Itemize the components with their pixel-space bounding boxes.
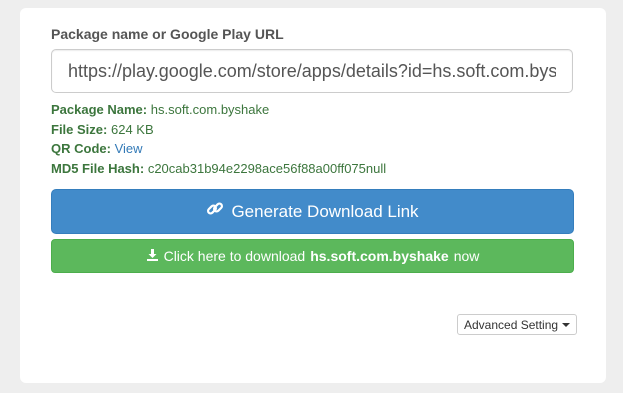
url-field-label: Package name or Google Play URL [51,26,284,42]
qr-code-view-link[interactable]: View [115,141,143,156]
file-size-value: 624 KB [110,121,154,137]
package-name-row: Package Name: hs.soft.com.byshake [51,100,386,120]
download-suffix: now [453,248,480,264]
package-url-input[interactable] [51,49,573,93]
download-panel: Package name or Google Play URL Package … [20,8,606,383]
link-icon [206,200,224,223]
qr-code-key: QR Code: [51,141,111,156]
download-icon [146,248,159,264]
package-name-key: Package Name: [51,102,148,117]
md5-key: MD5 File Hash: [51,160,145,176]
advanced-setting-dropdown[interactable]: Advanced Setting [457,314,578,335]
download-prefix: Click here to download [163,248,306,264]
md5-row: MD5 File Hash: c20cab31b94e2298ace56f88a… [51,159,386,179]
package-name-value: hs.soft.com.byshake [150,102,270,117]
qr-code-row: QR Code: View [51,139,386,159]
md5-value: c20cab31b94e2298ace56f88a00ff075null [147,160,387,176]
package-info: Package Name: hs.soft.com.byshake File S… [51,100,386,178]
file-size-key: File Size: [51,121,108,137]
caret-down-icon [562,322,571,327]
download-package-name: hs.soft.com.byshake [310,248,449,264]
advanced-setting-label: Advanced Setting [464,317,559,332]
generate-download-link-button[interactable]: Generate Download Link [51,189,574,234]
generate-button-label: Generate Download Link [231,201,419,221]
file-size-row: File Size: 624 KB [51,120,386,140]
download-apk-button[interactable]: Click here to download hs.soft.com.bysha… [51,239,574,273]
